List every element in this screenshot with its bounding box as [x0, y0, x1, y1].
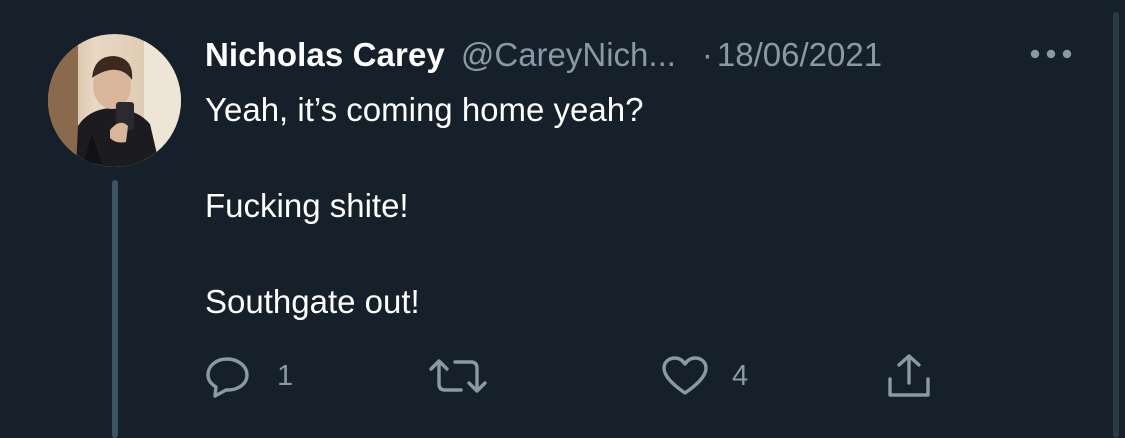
- tweet-line: Southgate out!: [205, 283, 420, 320]
- retweet-arrows-icon: [427, 356, 489, 396]
- like-count: 4: [732, 359, 749, 392]
- thread-line: [112, 180, 118, 438]
- tweet-line: Fucking shite!: [205, 187, 409, 224]
- separator-dot: ·: [701, 36, 713, 73]
- display-name[interactable]: Nicholas Carey: [205, 36, 445, 74]
- avatar[interactable]: [48, 34, 181, 167]
- retweet-button[interactable]: [427, 352, 511, 400]
- share-button[interactable]: [885, 352, 933, 400]
- reply-button[interactable]: 1: [205, 352, 293, 400]
- reply-bubble-icon: [205, 354, 255, 398]
- tweet[interactable]: Nicholas Carey @CareyNich... · 18/06/202…: [0, 0, 1125, 438]
- action-bar: 1 4: [205, 352, 965, 400]
- more-horizontal-icon[interactable]: [1028, 44, 1074, 64]
- scrollbar[interactable]: [1113, 12, 1119, 438]
- share-upload-icon: [885, 353, 933, 399]
- tweet-text: Yeah, it’s coming home yeah? Fucking shi…: [205, 86, 1085, 326]
- heart-icon: [660, 354, 710, 398]
- like-button[interactable]: 4: [660, 352, 748, 400]
- reply-count: 1: [277, 359, 294, 392]
- user-handle[interactable]: @CareyNich...: [461, 36, 676, 74]
- tweet-line: Yeah, it’s coming home yeah?: [205, 91, 644, 128]
- tweet-header: Nicholas Carey @CareyNich... · 18/06/202…: [205, 34, 882, 76]
- tweet-date[interactable]: 18/06/2021: [717, 36, 882, 74]
